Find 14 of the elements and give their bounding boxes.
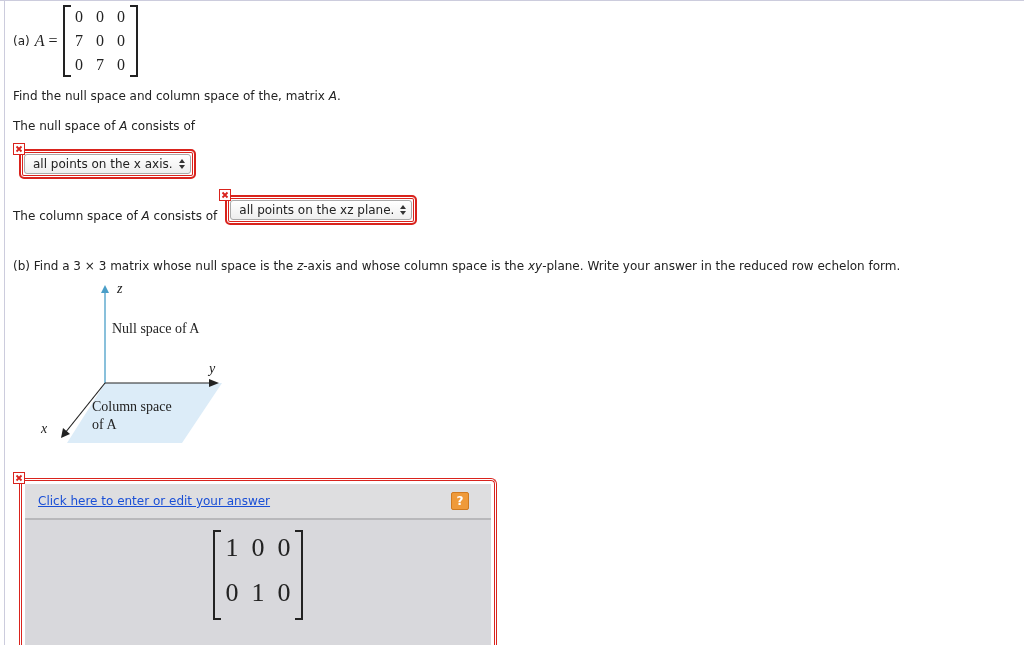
axes-drawing: z y x Null space of A Column space of A bbox=[37, 283, 237, 448]
part-label: (a) bbox=[13, 34, 30, 48]
matrix: 0 0 0 7 0 0 0 7 0 bbox=[62, 5, 138, 77]
answer-link[interactable]: Click here to enter or edit your answer bbox=[38, 494, 271, 508]
up-down-arrows-icon bbox=[178, 159, 185, 169]
answer-matrix: 1 0 0 0 1 0 bbox=[213, 530, 303, 620]
equation-lhs: A = bbox=[34, 32, 58, 50]
answer-dropdown[interactable]: all points on the x axis. bbox=[24, 154, 191, 174]
up-down-arrows-icon bbox=[400, 205, 407, 215]
question-text: (b) Find a 3 × 3 matrix whose null space is the z-axis and whose column space is the xy-plane. Write your answer in the reduced row echelon form. bbox=[13, 259, 902, 273]
question-text: Find the null space and column space of the, matrix A. bbox=[13, 89, 342, 103]
question-text: The null space of A consists of bbox=[13, 119, 197, 133]
question-text: The column space of A consists of bbox=[13, 209, 218, 225]
answer-dropdown[interactable]: all points on the xz plane. bbox=[230, 200, 413, 220]
